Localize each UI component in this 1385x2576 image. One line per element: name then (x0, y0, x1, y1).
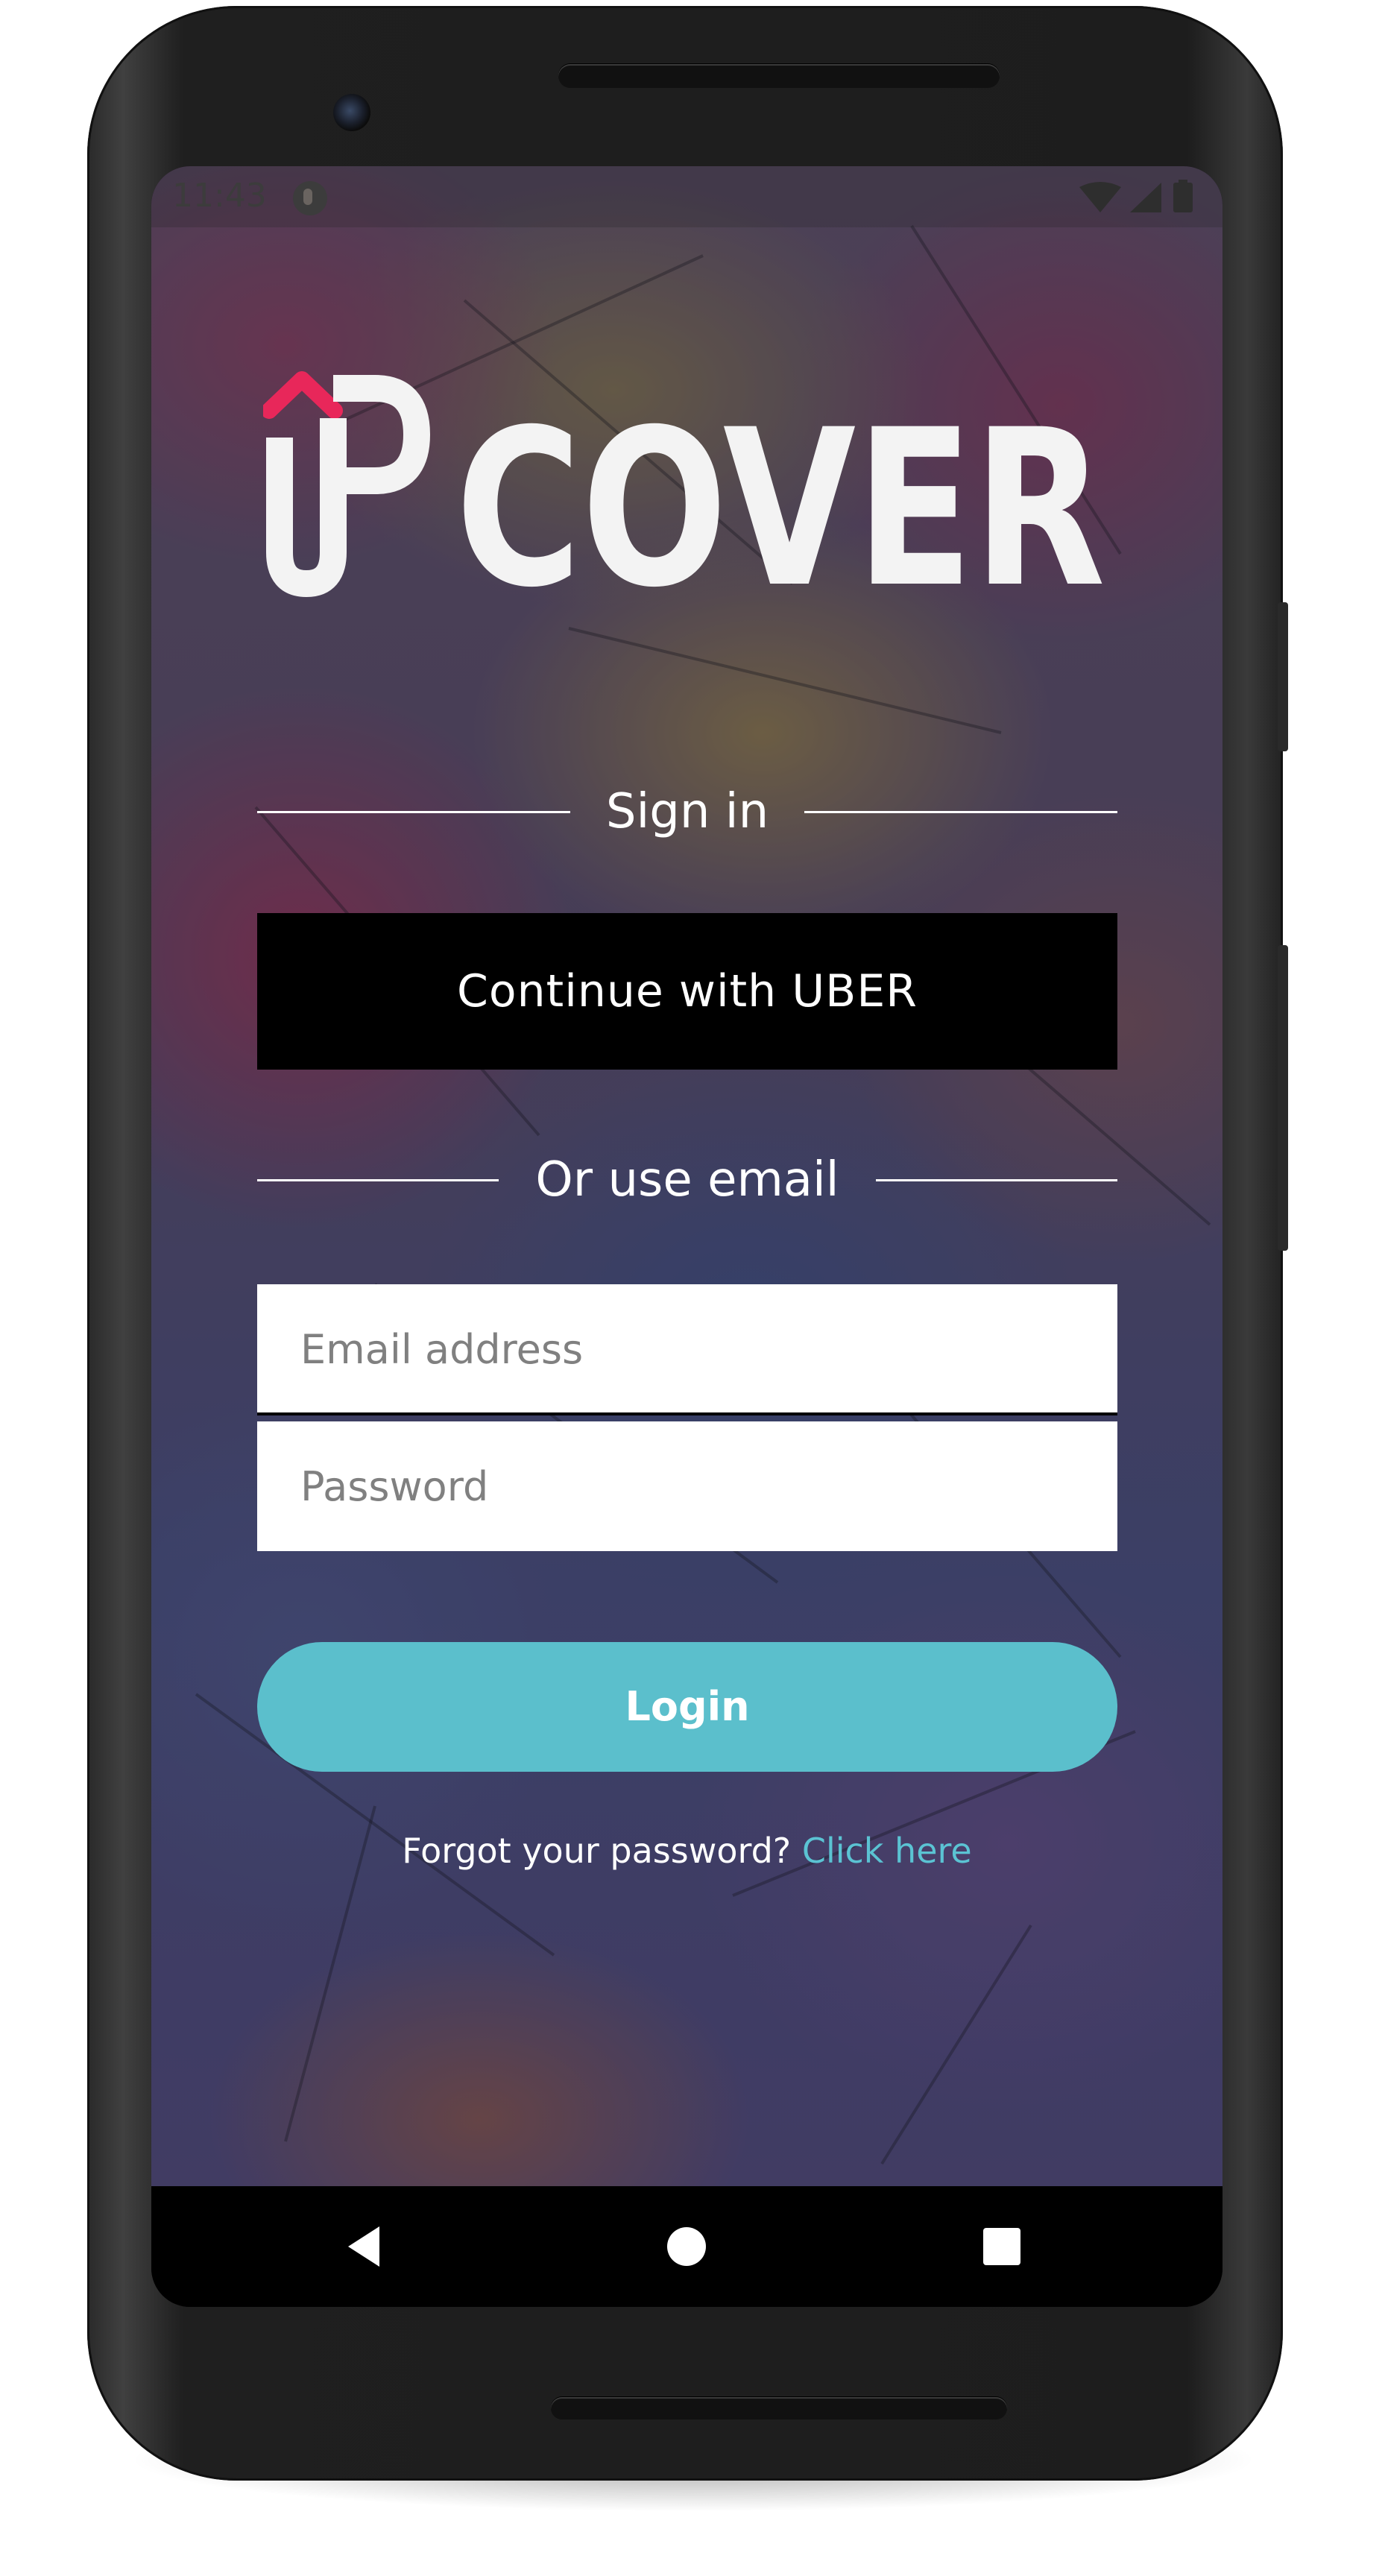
email-field-underline (257, 1412, 1117, 1415)
status-icons (1079, 180, 1193, 212)
back-icon[interactable] (338, 2220, 390, 2273)
forgot-password-text: Forgot your password? (402, 1831, 792, 1871)
screen: 11:43 COVER Sign in Continue with UBER O… (151, 166, 1222, 2307)
front-camera (333, 94, 370, 131)
password-placeholder: Password (300, 1463, 489, 1510)
continue-with-uber-button[interactable]: Continue with UBER (257, 913, 1117, 1070)
signal-icon (1130, 183, 1161, 212)
email-placeholder: Email address (300, 1326, 584, 1373)
bottom-speaker (551, 2397, 1007, 2419)
svg-text:COVER: COVER (455, 384, 1105, 604)
email-field[interactable]: Email address (257, 1284, 1117, 1415)
click-here-link[interactable]: Click here (802, 1831, 972, 1871)
login-button[interactable]: Login (257, 1642, 1117, 1772)
volume-button (1278, 945, 1288, 1251)
recents-icon[interactable] (976, 2220, 1028, 2273)
status-time: 11:43 (172, 177, 267, 215)
navigation-bar (151, 2186, 1222, 2307)
app-icon (293, 181, 327, 215)
password-field[interactable]: Password (257, 1421, 1117, 1551)
wifi-icon (1079, 182, 1121, 212)
power-button (1278, 602, 1288, 751)
home-icon[interactable] (660, 2220, 713, 2273)
sign-in-divider: Sign in (257, 782, 1117, 842)
email-divider: Or use email (257, 1150, 1117, 1210)
battery-icon (1173, 183, 1193, 212)
upcover-logo: COVER (263, 371, 1105, 604)
divider-line-right (804, 811, 1117, 813)
forgot-password-row: Forgot your password? Click here (151, 1828, 1222, 1873)
status-bar: 11:43 (151, 166, 1222, 227)
top-speaker (558, 64, 1000, 88)
divider-line-right (876, 1179, 1117, 1181)
